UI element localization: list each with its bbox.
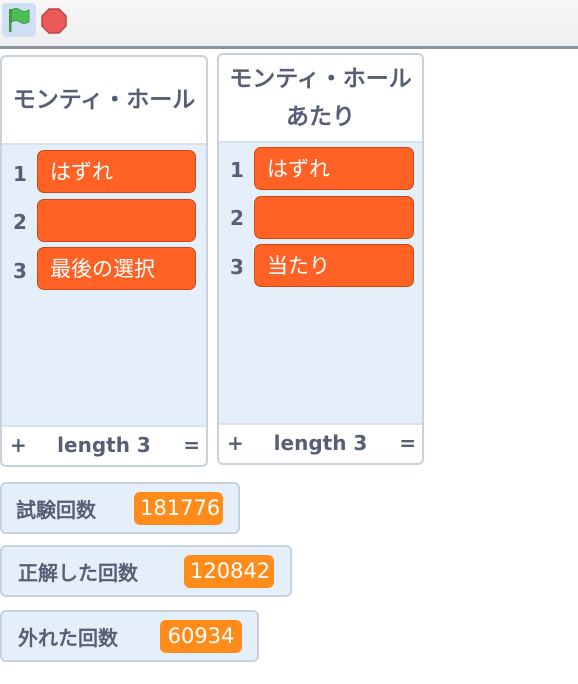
- list-length-label: length 3: [273, 431, 368, 455]
- list-item-cell[interactable]: 最後の選択: [37, 247, 196, 290]
- list-item-cell[interactable]: [37, 199, 196, 242]
- list-item-index: 2: [13, 210, 27, 234]
- list-item-index: 2: [230, 206, 244, 230]
- list-monitor-monty-hall-hit[interactable]: モンティ・ホール あたり 1 はずれ 2 3 当たり + length 3 =: [217, 53, 424, 465]
- list-item-index: 1: [13, 162, 27, 186]
- variable-value: 120842: [184, 555, 274, 588]
- list-footer: + length 3 =: [219, 423, 422, 463]
- list-monitor-monty-hall[interactable]: モンティ・ホール 1 はずれ 2 3 最後の選択 + length 3 =: [0, 55, 208, 467]
- list-title: モンティ・ホール: [2, 57, 206, 145]
- list-item-index: 3: [230, 255, 244, 279]
- list-item-cell[interactable]: [254, 196, 414, 239]
- variable-value: 181776: [134, 492, 223, 525]
- stage-toolbar: [0, 0, 578, 49]
- list-item-cell[interactable]: 当たり: [254, 244, 414, 287]
- variable-label: 試験回数: [16, 498, 96, 522]
- list-length-label: length 3: [57, 433, 151, 457]
- resize-handle[interactable]: =: [183, 433, 200, 457]
- resize-handle[interactable]: =: [399, 431, 416, 455]
- variable-label: 正解した回数: [18, 561, 138, 585]
- list-footer: + length 3 =: [2, 425, 206, 465]
- green-flag-button[interactable]: [2, 3, 36, 37]
- variable-monitor-wrong[interactable]: 外れた回数 60934: [0, 610, 259, 662]
- variable-label: 外れた回数: [18, 626, 118, 650]
- green-flag-icon: [9, 8, 30, 32]
- list-item-index: 1: [230, 158, 244, 182]
- variable-monitor-trials[interactable]: 試験回数 181776: [0, 482, 240, 534]
- list-item-index: 3: [13, 259, 27, 283]
- stop-sign-icon[interactable]: [41, 8, 67, 34]
- list-item-cell[interactable]: はずれ: [37, 150, 196, 193]
- list-item-cell[interactable]: はずれ: [254, 147, 414, 190]
- variable-monitor-correct[interactable]: 正解した回数 120842: [0, 545, 292, 597]
- list-title: モンティ・ホール あたり: [219, 55, 422, 143]
- variable-value: 60934: [160, 620, 242, 653]
